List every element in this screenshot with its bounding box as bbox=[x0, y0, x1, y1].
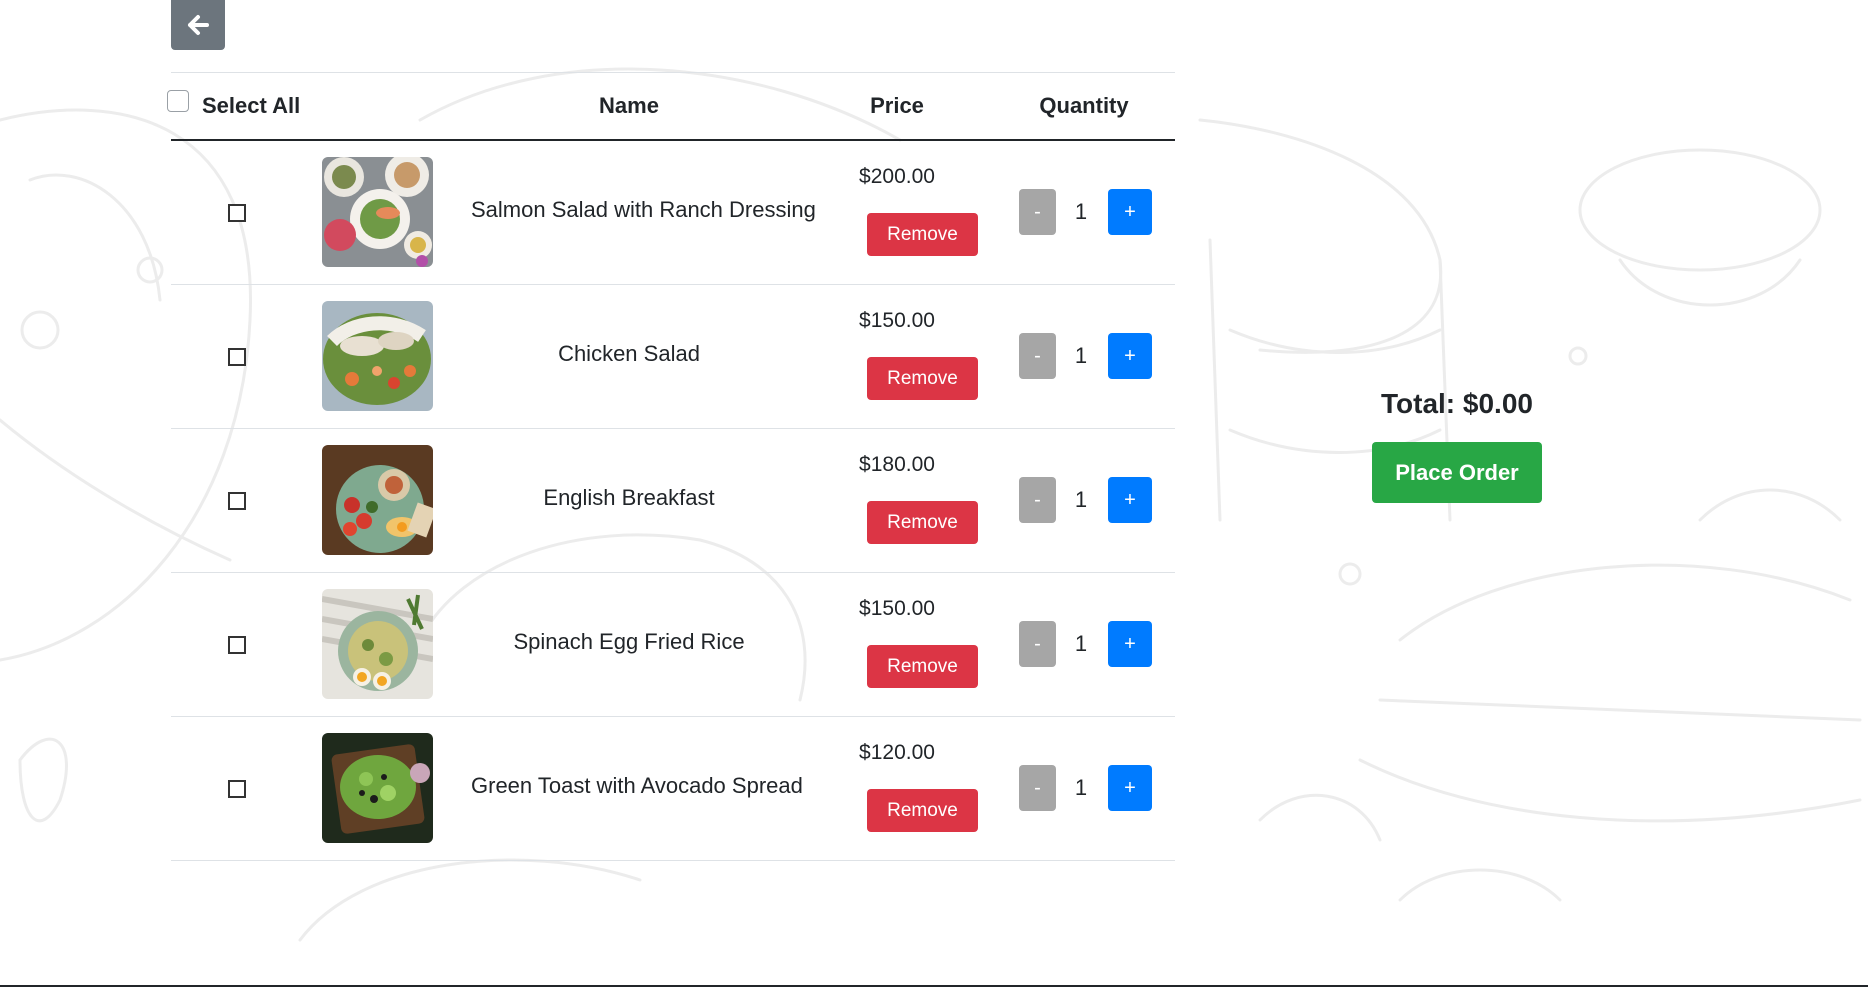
item-name: English Breakfast bbox=[543, 485, 715, 510]
decrease-quantity-button[interactable]: - bbox=[1019, 189, 1056, 235]
item-name: Salmon Salad with Ranch Dressing bbox=[471, 197, 816, 222]
item-name: Green Toast with Avocado Spread bbox=[471, 773, 803, 798]
cart-table: Select All Name Price Quantity Salmon Sa… bbox=[167, 72, 1175, 861]
remove-button[interactable]: Remove bbox=[867, 213, 978, 256]
decrease-quantity-button[interactable]: - bbox=[1019, 333, 1056, 379]
quantity-header-label: Quantity bbox=[1039, 93, 1129, 118]
row-checkbox[interactable] bbox=[228, 780, 246, 798]
price-header-label: Price bbox=[870, 93, 924, 118]
increase-quantity-button[interactable]: + bbox=[1108, 333, 1152, 379]
food-thumbnail bbox=[322, 301, 433, 411]
increase-quantity-button[interactable]: + bbox=[1108, 621, 1152, 667]
row-checkbox[interactable] bbox=[228, 492, 246, 510]
item-price: $150.00 bbox=[859, 597, 935, 620]
item-price: $120.00 bbox=[859, 741, 935, 764]
row-checkbox[interactable] bbox=[228, 348, 246, 366]
food-thumbnail bbox=[322, 445, 433, 555]
table-row: Spinach Egg Fried Rice $150.00 Remove - … bbox=[171, 573, 1175, 717]
back-button[interactable] bbox=[171, 0, 225, 50]
table-row: English Breakfast $180.00 Remove - 1 + bbox=[171, 429, 1175, 573]
remove-button[interactable]: Remove bbox=[867, 789, 978, 832]
increase-quantity-button[interactable]: + bbox=[1108, 765, 1152, 811]
decrease-quantity-button[interactable]: - bbox=[1019, 621, 1056, 667]
decrease-quantity-button[interactable]: - bbox=[1019, 765, 1056, 811]
food-thumbnail bbox=[322, 589, 433, 699]
food-thumbnail bbox=[322, 157, 433, 267]
quantity-value: 1 bbox=[1074, 775, 1088, 800]
table-row: Green Toast with Avocado Spread $120.00 … bbox=[171, 717, 1175, 861]
decrease-quantity-button[interactable]: - bbox=[1019, 477, 1056, 523]
item-price: $180.00 bbox=[859, 453, 935, 476]
item-price: $150.00 bbox=[859, 309, 935, 332]
row-checkbox[interactable] bbox=[228, 636, 246, 654]
table-row: Salmon Salad with Ranch Dressing $200.00… bbox=[171, 141, 1175, 285]
order-summary: Total: $0.00 Place Order bbox=[1330, 388, 1584, 503]
item-price: $200.00 bbox=[859, 165, 935, 188]
item-name: Chicken Salad bbox=[558, 341, 700, 366]
cart-page: Select All Name Price Quantity Salmon Sa… bbox=[0, 0, 1868, 988]
page-bottom-border bbox=[0, 985, 1868, 987]
arrow-left-icon bbox=[188, 15, 209, 35]
select-all-checkbox[interactable] bbox=[167, 90, 189, 112]
select-all-label: Select All bbox=[202, 93, 301, 118]
increase-quantity-button[interactable]: + bbox=[1108, 477, 1152, 523]
row-checkbox[interactable] bbox=[228, 204, 246, 222]
quantity-value: 1 bbox=[1074, 487, 1088, 512]
table-header: Select All Name Price Quantity bbox=[167, 73, 1175, 141]
remove-button[interactable]: Remove bbox=[867, 357, 978, 400]
place-order-button[interactable]: Place Order bbox=[1372, 442, 1542, 503]
remove-button[interactable]: Remove bbox=[867, 645, 978, 688]
table-row: Chicken Salad $150.00 Remove - 1 + bbox=[171, 285, 1175, 429]
increase-quantity-button[interactable]: + bbox=[1108, 189, 1152, 235]
food-thumbnail bbox=[322, 733, 433, 843]
quantity-value: 1 bbox=[1074, 343, 1088, 368]
order-total: Total: $0.00 bbox=[1381, 388, 1533, 419]
name-header-label: Name bbox=[599, 93, 659, 118]
quantity-value: 1 bbox=[1074, 631, 1088, 656]
item-name: Spinach Egg Fried Rice bbox=[513, 629, 745, 654]
select-all-header: Select All bbox=[167, 73, 300, 139]
quantity-value: 1 bbox=[1074, 199, 1088, 224]
remove-button[interactable]: Remove bbox=[867, 501, 978, 544]
